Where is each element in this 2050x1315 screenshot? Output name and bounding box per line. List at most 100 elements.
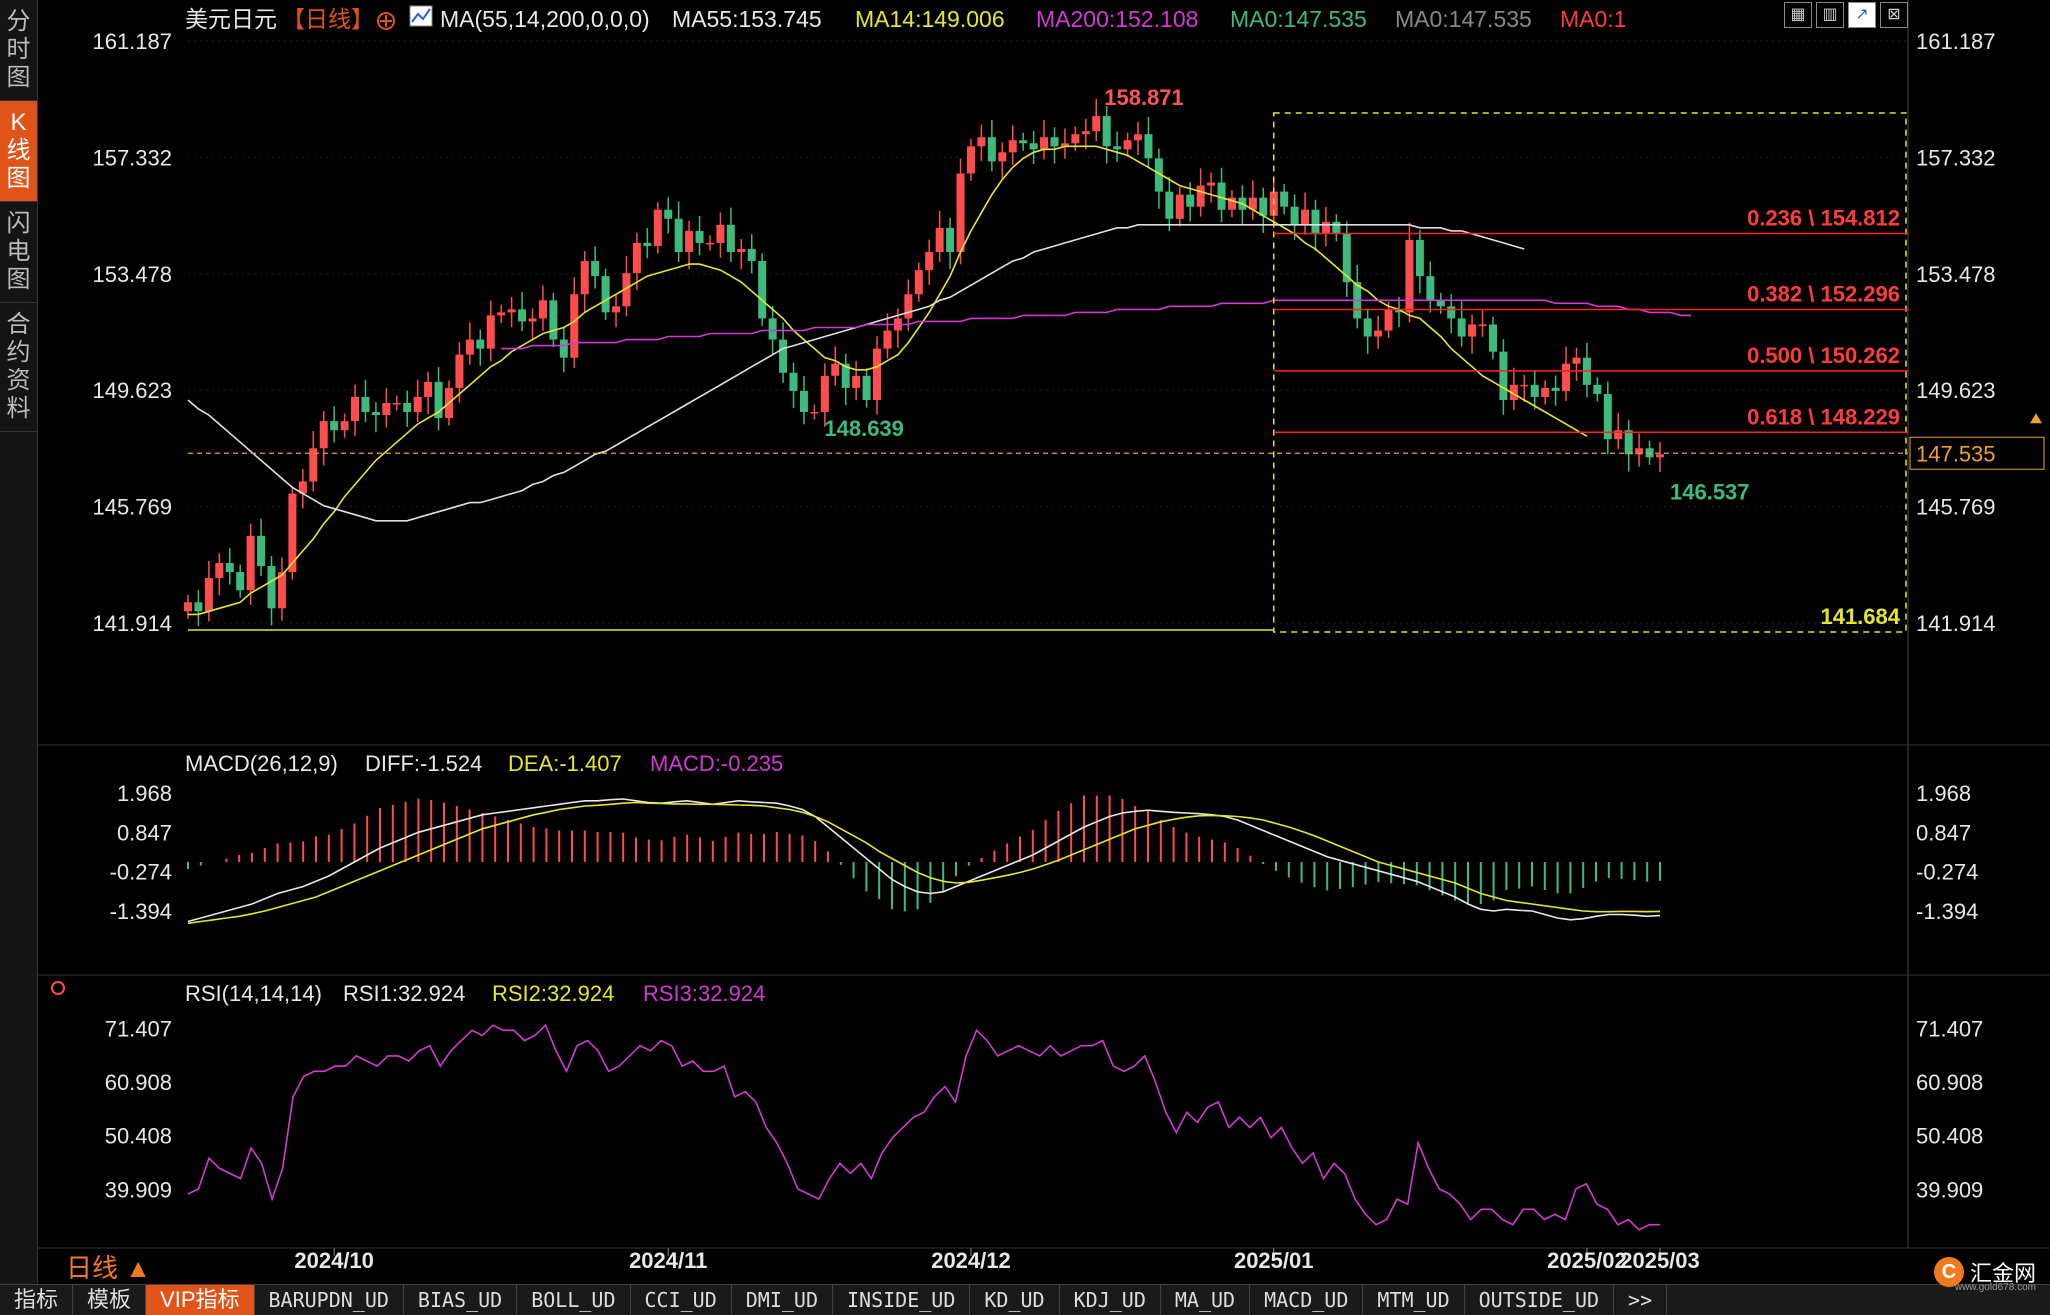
candle-body (204, 578, 213, 612)
macd-y-tick-left: -1.394 (110, 899, 172, 924)
candle-body (1572, 357, 1581, 364)
candle-body (591, 261, 600, 277)
tab-13[interactable]: MTM_UD (1363, 1285, 1465, 1315)
candle-body (215, 563, 224, 579)
macd-macd: MACD:-0.235 (650, 751, 783, 776)
candle-body (518, 309, 527, 322)
rsi-line (187, 1023, 1660, 1231)
sidebar-item-flash[interactable]: 闪电图 (0, 202, 37, 303)
y-tick-right: 149.623 (1916, 378, 1996, 403)
candle-body (570, 294, 579, 358)
candle-body (1175, 194, 1184, 219)
rsi-y-tick-left: 60.908 (105, 1070, 172, 1095)
tab-11[interactable]: MA_UD (1161, 1285, 1251, 1315)
sidebar-item-kline[interactable]: K线图 (0, 101, 37, 202)
y-tick-right: 153.478 (1916, 262, 1996, 287)
candle-body (1436, 300, 1445, 307)
candle-body (747, 248, 756, 262)
candle-body (1624, 430, 1633, 455)
candle-body (371, 412, 380, 416)
candle-body (612, 306, 621, 313)
tab-1[interactable]: 模板 (73, 1285, 147, 1315)
rsi2-value: RSI2:32.924 (492, 981, 614, 1006)
candle-body (935, 227, 944, 252)
chart-area[interactable]: 0.236 \ 154.812 0.382 \ 152.296 0.500 \ 15… (38, 0, 2050, 1282)
tab-10[interactable]: KDJ_UD (1060, 1285, 1161, 1315)
candle-body (465, 339, 474, 355)
candle-body (257, 535, 266, 567)
ma200-value: MA200:152.108 (1036, 6, 1198, 32)
candle-body (1123, 140, 1132, 150)
candle-body (1384, 309, 1393, 331)
tab-0[interactable]: 指标 (0, 1285, 74, 1315)
candle-body (1008, 140, 1017, 153)
candle-body (1186, 194, 1195, 207)
split-view-icon[interactable]: ▥ (1816, 2, 1844, 28)
candle-body (810, 412, 819, 414)
tab-6[interactable]: CCI_UD (631, 1285, 732, 1315)
candle-body (820, 375, 829, 413)
candle-body (1029, 143, 1038, 150)
candle-body (601, 276, 610, 313)
candle-body (1530, 384, 1539, 397)
candle-body (507, 309, 516, 313)
y-tick-right: 145.769 (1916, 495, 1996, 520)
ma-settings-icon[interactable] (409, 5, 433, 27)
last-low-annotation: 146.537 (1670, 479, 1750, 504)
candle-body (1301, 209, 1310, 225)
candle-body (1457, 318, 1466, 337)
candle-body (549, 300, 558, 340)
candle-body (643, 242, 652, 246)
tab-8[interactable]: INSIDE_UD (833, 1285, 971, 1315)
tab-12[interactable]: MACD_UD (1250, 1285, 1364, 1315)
range-low-annotation: 141.684 (1820, 604, 1900, 629)
candle-body (1374, 330, 1383, 337)
macd-y-tick-right: -1.394 (1916, 899, 1978, 924)
fullscreen-icon[interactable]: ⊠ (1880, 2, 1908, 28)
period-selector[interactable]: 日线 ▲ (66, 1248, 151, 1285)
tab-14[interactable]: OUTSIDE_UD (1465, 1285, 1615, 1315)
header-legend: 美元日元 【日线】 MA(55,14,200,0,0,0) MA55:153.7… (185, 5, 1626, 1006)
grid-view-icon[interactable]: ▦ (1784, 2, 1812, 28)
candle-body (1468, 324, 1477, 337)
rsi-y-tick-right: 50.408 (1916, 1124, 1983, 1149)
x-tick-label: 2025/02 (1547, 1248, 1627, 1273)
sidebar-item-contract-info[interactable]: 合约资料 (0, 303, 37, 432)
candle-body (319, 421, 328, 449)
plus-circle-icon[interactable] (377, 12, 395, 30)
tab-4[interactable]: BIAS_UD (404, 1285, 518, 1315)
tab-3[interactable]: BARUPDN_UD (255, 1285, 404, 1315)
ma200-line (501, 299, 1692, 350)
candle-body (653, 209, 662, 246)
tab-7[interactable]: DMI_UD (732, 1285, 834, 1315)
candle-body (246, 535, 255, 591)
x-tick-label: 2024/12 (931, 1248, 1011, 1273)
tab-9[interactable]: KD_UD (970, 1285, 1060, 1315)
tab-5[interactable]: BOLL_UD (517, 1285, 631, 1315)
candle-body (1614, 430, 1623, 440)
rsi-y-tick-left: 50.408 (105, 1124, 172, 1149)
tab-15[interactable]: >> (1614, 1285, 1668, 1315)
ma55-value: MA55:153.745 (672, 6, 822, 32)
candle-body (1207, 182, 1216, 186)
candle-body (977, 137, 986, 147)
candle-body (1092, 116, 1101, 132)
candle-body (559, 339, 568, 358)
candle-body (1280, 191, 1289, 207)
candle-body (236, 572, 245, 591)
draw-tool-icon[interactable]: ↗ (1848, 2, 1876, 28)
tab-2[interactable]: VIP指标 (146, 1285, 255, 1315)
axis-layer: 161.187 161.187 157.332 157.332 153.478 153.4… (92, 29, 1995, 1273)
candle-body (413, 396, 422, 413)
candle-body (382, 402, 391, 416)
fib-label: 0.236 \ 154.812 (1747, 206, 1900, 231)
macd-y-tick-left: 0.847 (117, 820, 172, 845)
macd-dea-line (187, 801, 1661, 925)
sidebar-item-intraday[interactable]: 分时图 (0, 0, 37, 101)
candle-body (1478, 324, 1487, 326)
macd-y-tick-left: -0.274 (110, 860, 172, 885)
macd-title: MACD(26,12,9) (185, 751, 338, 776)
candle-body (1165, 191, 1174, 219)
rsi-y-tick-right: 71.407 (1916, 1016, 1983, 1041)
candle-body (987, 137, 996, 162)
